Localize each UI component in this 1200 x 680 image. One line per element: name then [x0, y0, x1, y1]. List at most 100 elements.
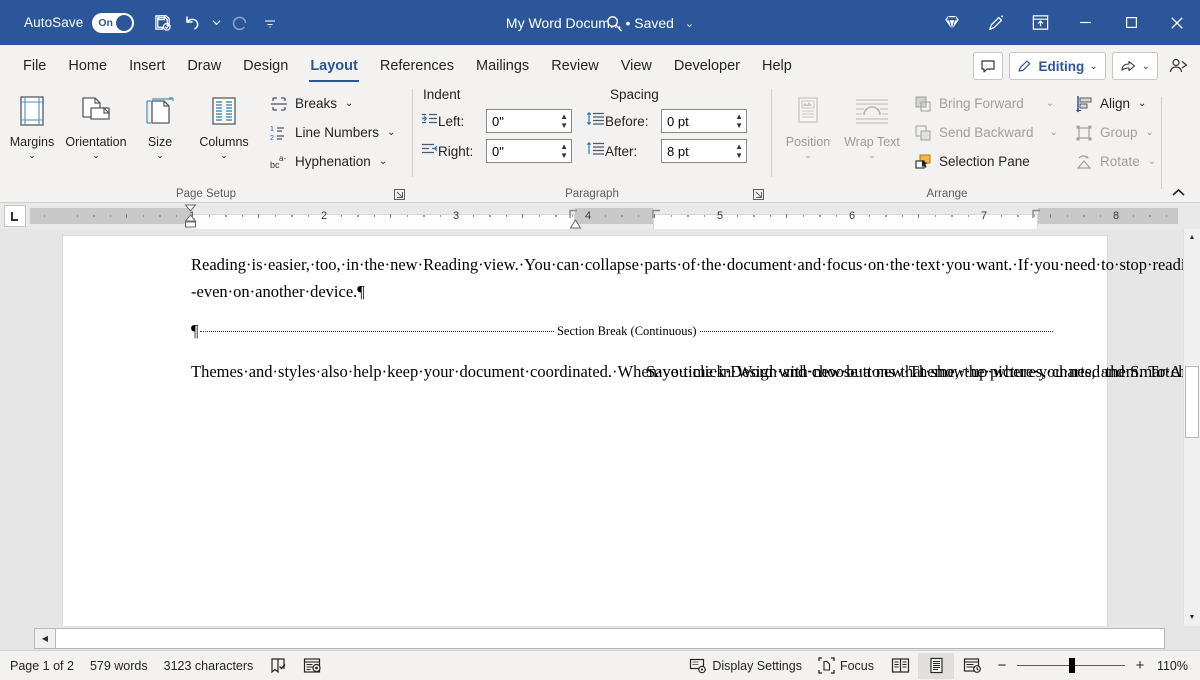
zoom-in-button[interactable]: +: [1134, 657, 1146, 674]
word-count[interactable]: 579 words: [82, 653, 156, 679]
rotate-button[interactable]: Rotate ⌄: [1069, 147, 1161, 176]
scroll-left-button[interactable]: ◀: [34, 628, 56, 649]
document-canvas[interactable]: Reading·is·easier,·too,·in·the·new·Readi…: [0, 229, 1183, 626]
document-page[interactable]: Reading·is·easier,·too,·in·the·new·Readi…: [62, 235, 1108, 626]
tab-layout[interactable]: Layout: [299, 49, 369, 83]
columns-chevron-down-icon[interactable]: ⌄: [220, 150, 228, 160]
spacing-before-stepper[interactable]: ▲▼: [735, 110, 743, 132]
close-icon[interactable]: [1154, 0, 1200, 45]
spacing-before-input[interactable]: 0 pt ▲▼: [661, 109, 747, 133]
comments-button[interactable]: [973, 52, 1003, 80]
tab-draw[interactable]: Draw: [176, 49, 232, 83]
stepper-up-icon[interactable]: ▲: [560, 143, 568, 150]
collapse-ribbon-icon[interactable]: [1171, 186, 1184, 199]
undo-dropdown-chevron-down-icon[interactable]: [208, 9, 224, 37]
paragraph-themes[interactable]: Themes·and·styles·also·help·keep·your·do…: [191, 355, 598, 388]
editing-chevron-down-icon[interactable]: ⌄: [1089, 61, 1097, 72]
indent-left-input[interactable]: 0" ▲▼: [486, 109, 572, 133]
left-tab-stop-icon[interactable]: [4, 205, 26, 227]
paragraph-savetime[interactable]: Save·time·in·Word·with·new·buttons·that·…: [646, 355, 1053, 388]
wrap-text-button[interactable]: Wrap Text ⌄: [840, 87, 904, 185]
stepper-down-icon[interactable]: ▼: [735, 122, 743, 129]
right-margin-marker[interactable]: [1032, 206, 1041, 224]
hyphenation-chevron-down-icon[interactable]: ⌄: [379, 156, 387, 167]
display-settings-button[interactable]: Display Settings: [681, 653, 810, 679]
vertical-scroll-thumb[interactable]: [1185, 366, 1199, 438]
autosave-toggle[interactable]: On: [92, 13, 134, 33]
tab-review[interactable]: Review: [540, 49, 610, 83]
zoom-level[interactable]: 110%: [1154, 659, 1200, 673]
send-backward-chevron-down-icon[interactable]: ⌄: [1050, 127, 1058, 138]
bring-forward-button[interactable]: Bring Forward ⌄: [908, 89, 1063, 118]
paragraph-intro[interactable]: Reading·is·easier,·too,·in·the·new·Readi…: [191, 252, 1053, 305]
maximize-icon[interactable]: [1108, 0, 1154, 45]
stepper-up-icon[interactable]: ▲: [735, 113, 743, 120]
tab-insert[interactable]: Insert: [118, 49, 176, 83]
tab-view[interactable]: View: [610, 49, 663, 83]
web-layout-button[interactable]: [954, 653, 990, 679]
ribbon-display-options-icon[interactable]: [1018, 0, 1062, 45]
document-body[interactable]: Reading·is·easier,·too,·in·the·new·Readi…: [191, 252, 1053, 388]
selection-pane-button[interactable]: Selection Pane: [908, 147, 1063, 176]
column-start-marker-1[interactable]: [569, 206, 578, 224]
horizontal-scroll-track[interactable]: [56, 628, 1165, 649]
print-layout-button[interactable]: [918, 653, 954, 679]
margins-button[interactable]: Margins ⌄: [0, 87, 64, 185]
orientation-button[interactable]: Orientation ⌄: [64, 87, 128, 185]
zoom-thumb[interactable]: [1069, 658, 1075, 673]
undo-icon[interactable]: [178, 9, 206, 37]
saved-status[interactable]: Saved: [634, 15, 674, 31]
vertical-scroll-track[interactable]: [1184, 246, 1200, 609]
bring-forward-chevron-down-icon[interactable]: ⌄: [1046, 98, 1054, 109]
align-chevron-down-icon[interactable]: ⌄: [1138, 98, 1146, 109]
scroll-up-button[interactable]: ▲: [1184, 229, 1200, 246]
tab-help[interactable]: Help: [751, 49, 803, 83]
character-count[interactable]: 3123 characters: [156, 653, 262, 679]
editing-mode-button[interactable]: Editing ⌄: [1009, 52, 1105, 80]
orientation-chevron-down-icon[interactable]: ⌄: [92, 150, 100, 160]
columns-button[interactable]: Columns ⌄: [192, 87, 256, 185]
tab-developer[interactable]: Developer: [663, 49, 751, 83]
title-chevron-down-icon[interactable]: ⌄: [685, 17, 694, 30]
tab-design[interactable]: Design: [232, 49, 299, 83]
indent-left-stepper[interactable]: ▲▼: [560, 110, 568, 132]
stepper-down-icon[interactable]: ▼: [560, 122, 568, 129]
stepper-down-icon[interactable]: ▼: [735, 152, 743, 159]
search-icon[interactable]: [600, 9, 628, 37]
tab-home[interactable]: Home: [57, 49, 118, 83]
minimize-icon[interactable]: [1062, 0, 1108, 45]
group-chevron-down-icon[interactable]: ⌄: [1145, 127, 1153, 138]
read-mode-button[interactable]: [882, 653, 918, 679]
zoom-track[interactable]: [1017, 665, 1125, 667]
hyphenation-button[interactable]: bca- Hyphenation ⌄: [264, 147, 400, 176]
zoom-out-button[interactable]: −: [996, 657, 1008, 674]
rotate-chevron-down-icon[interactable]: ⌄: [1148, 156, 1156, 167]
tab-mailings[interactable]: Mailings: [465, 49, 540, 83]
save-icon[interactable]: [148, 9, 176, 37]
horizontal-ruler[interactable]: 12345678: [30, 208, 1178, 224]
breaks-chevron-down-icon[interactable]: ⌄: [345, 98, 353, 109]
accessibility-checker-icon[interactable]: [295, 653, 330, 679]
customize-quick-access-toolbar-icon[interactable]: [256, 9, 284, 37]
column-right[interactable]: Save·time·in·Word·with·new·buttons·that·…: [646, 355, 1053, 388]
align-button[interactable]: Align ⌄: [1069, 89, 1161, 118]
spacing-after-input[interactable]: 8 pt ▲▼: [661, 139, 747, 163]
send-backward-button[interactable]: Send Backward ⌄: [908, 118, 1063, 147]
size-chevron-down-icon[interactable]: ⌄: [156, 150, 164, 160]
focus-button[interactable]: Focus: [810, 653, 882, 679]
line-numbers-button[interactable]: 12 Line Numbers ⌄: [264, 118, 400, 147]
page-setup-dialog-launcher[interactable]: [393, 188, 406, 201]
indent-right-stepper[interactable]: ▲▼: [560, 140, 568, 162]
copilot-pen-icon[interactable]: [974, 0, 1018, 45]
column-start-marker-2[interactable]: [652, 206, 661, 224]
margins-chevron-down-icon[interactable]: ⌄: [28, 150, 36, 160]
wrap-text-chevron-down-icon[interactable]: ⌄: [868, 150, 876, 160]
designer-diamond-icon[interactable]: [930, 0, 974, 45]
vertical-scrollbar[interactable]: ▲ ▼: [1183, 229, 1200, 626]
line-numbers-chevron-down-icon[interactable]: ⌄: [387, 127, 395, 138]
group-button[interactable]: Group ⌄: [1069, 118, 1161, 147]
column-left[interactable]: Themes·and·styles·also·help·keep·your·do…: [191, 355, 598, 388]
position-button[interactable]: Position ⌄: [776, 87, 840, 185]
share-with-people-icon[interactable]: [1164, 52, 1194, 80]
scroll-down-button[interactable]: ▼: [1184, 609, 1200, 626]
